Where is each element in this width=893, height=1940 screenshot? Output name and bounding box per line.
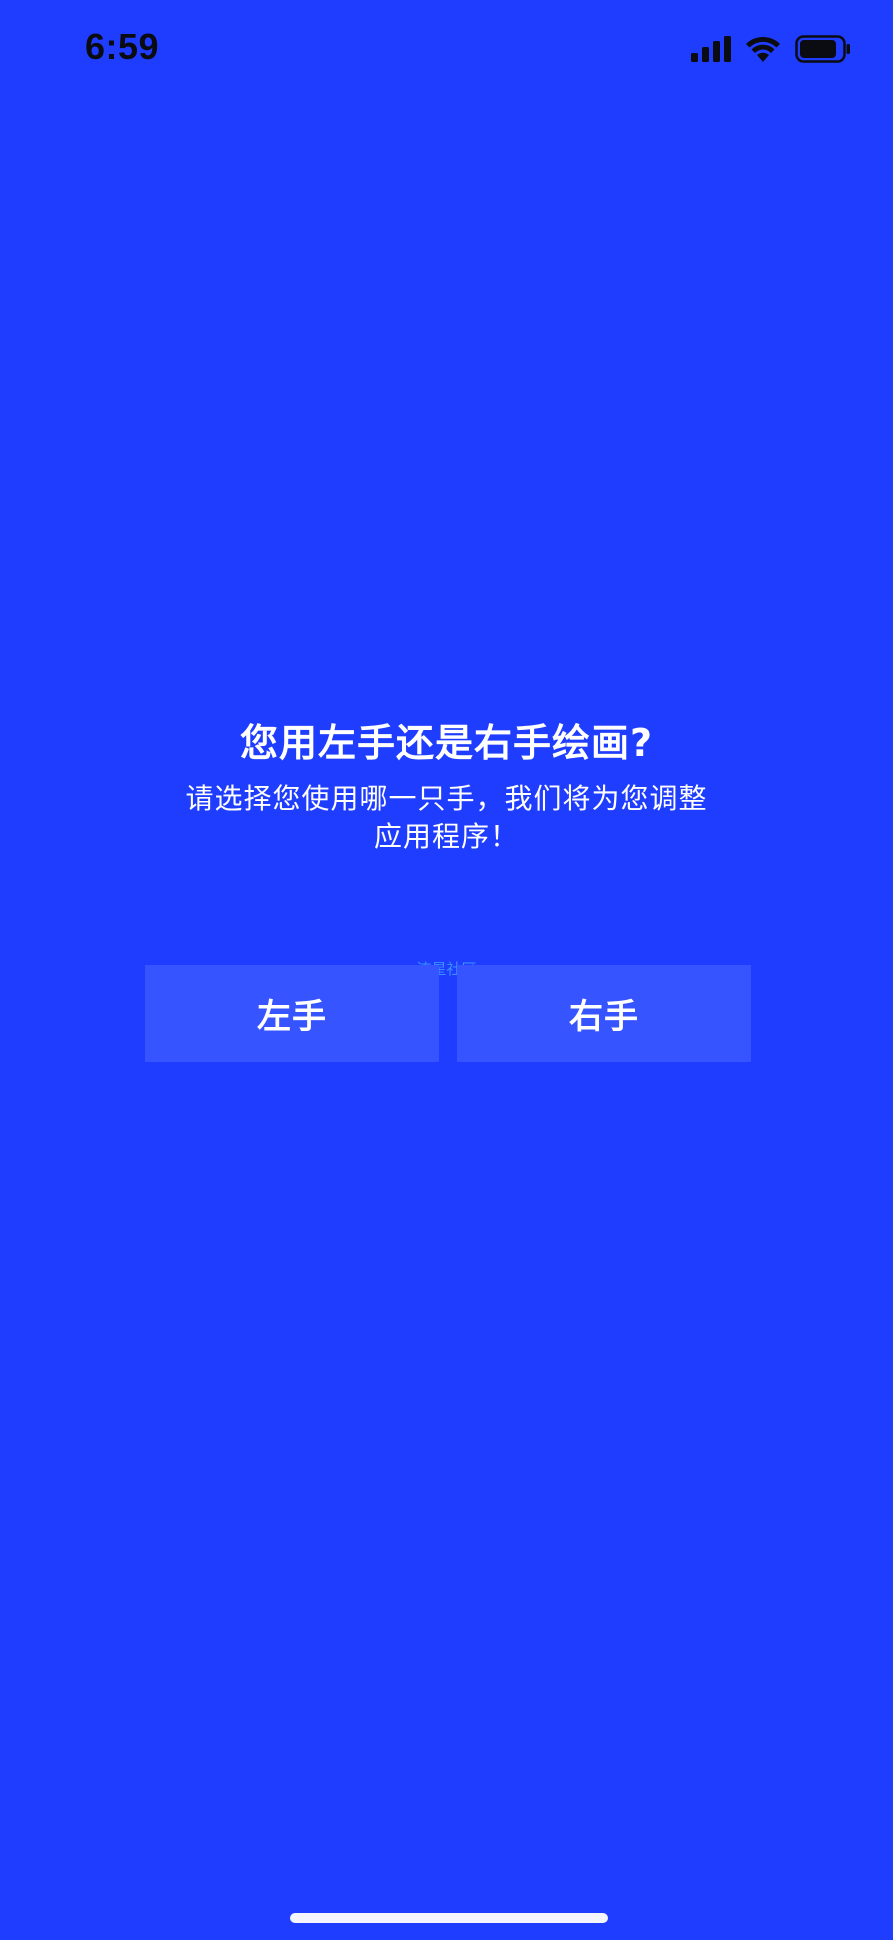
status-icons (691, 34, 851, 64)
wifi-icon (746, 36, 780, 62)
status-bar: 6:59 (0, 0, 893, 100)
right-hand-button-label: 右手 (569, 997, 639, 1037)
left-hand-button-label: 左手 (257, 997, 327, 1037)
signal-icon (691, 36, 731, 62)
home-indicator[interactable] (290, 1913, 608, 1923)
watermark-text: 流星社区 (416, 960, 477, 978)
status-time: 6:59 (85, 26, 160, 67)
hand-question-subtitle: 请选择您使用哪一只手，我们将为您调整应用程序！ (185, 782, 708, 853)
battery-icon (795, 35, 850, 63)
hand-question-title: 您用左手还是右手绘画? (239, 721, 654, 765)
right-hand-button[interactable]: 右手 (457, 965, 751, 1062)
left-hand-button[interactable]: 左手 (145, 965, 439, 1062)
